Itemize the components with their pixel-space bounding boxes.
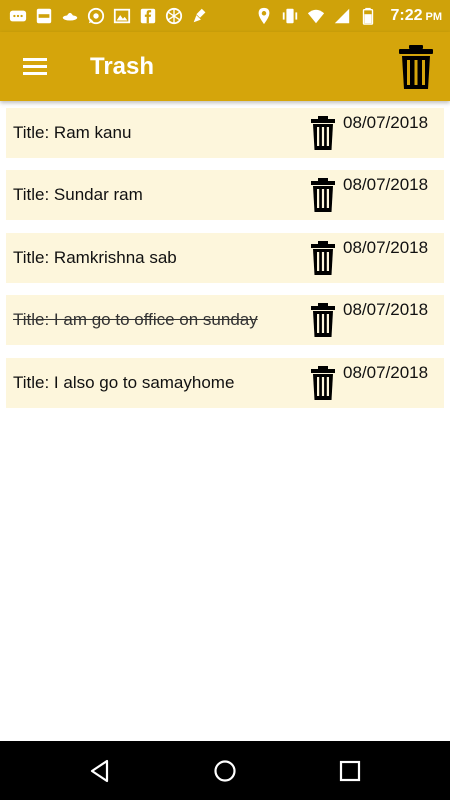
home-icon bbox=[214, 760, 236, 782]
delete-note-button[interactable] bbox=[309, 240, 337, 276]
facebook-icon bbox=[138, 6, 158, 26]
status-time: 7:22 PM bbox=[390, 7, 442, 25]
note-title: Title: I also go to samayhome bbox=[13, 373, 235, 392]
status-time-ampm: PM bbox=[425, 11, 443, 23]
list-item[interactable]: Title: Ram kanu 08/07/2018 bbox=[6, 108, 444, 158]
paytm-icon bbox=[34, 6, 54, 26]
delete-note-button[interactable] bbox=[309, 115, 337, 151]
chat-icon bbox=[8, 6, 28, 26]
note-date: 08/07/2018 bbox=[343, 175, 429, 194]
hamburger-icon bbox=[23, 58, 47, 75]
list-item[interactable]: Title: Sundar ram 08/07/2018 bbox=[6, 170, 444, 220]
location-icon bbox=[254, 6, 274, 26]
wifi-icon bbox=[306, 6, 326, 26]
vibrate-icon bbox=[280, 6, 300, 26]
page-title: Trash bbox=[90, 53, 155, 80]
status-left-icons bbox=[8, 6, 210, 26]
image-icon bbox=[112, 6, 132, 26]
status-right-icons: 7:22 PM bbox=[254, 6, 442, 26]
note-title: Title: Ram kanu bbox=[13, 123, 132, 142]
note-title: Title: Sundar ram bbox=[13, 185, 143, 204]
list-item[interactable]: Title: I am go to office on sunday 08/07… bbox=[6, 295, 444, 345]
ufo-icon bbox=[60, 6, 80, 26]
note-date: 08/07/2018 bbox=[343, 300, 429, 319]
trash-icon bbox=[311, 241, 335, 275]
delete-note-button[interactable] bbox=[309, 365, 337, 401]
clean-icon bbox=[190, 6, 210, 26]
trash-icon bbox=[311, 178, 335, 212]
battery-icon bbox=[358, 6, 378, 26]
recents-icon bbox=[339, 760, 361, 782]
back-button[interactable] bbox=[85, 756, 115, 786]
delete-all-button[interactable] bbox=[396, 44, 436, 90]
signal-icon bbox=[332, 6, 352, 26]
status-time-value: 7:22 bbox=[390, 7, 423, 24]
trash-icon bbox=[311, 366, 335, 400]
trash-icon bbox=[311, 116, 335, 150]
note-title: Title: Ramkrishna sab bbox=[13, 248, 177, 267]
recents-button[interactable] bbox=[335, 756, 365, 786]
note-date: 08/07/2018 bbox=[343, 363, 429, 382]
note-date: 08/07/2018 bbox=[343, 238, 429, 257]
list-item[interactable]: Title: I also go to samayhome 08/07/2018 bbox=[6, 358, 444, 408]
list-item[interactable]: Title: Ramkrishna sab 08/07/2018 bbox=[6, 233, 444, 283]
home-button[interactable] bbox=[210, 756, 240, 786]
delete-note-button[interactable] bbox=[309, 177, 337, 213]
trash-icon bbox=[399, 45, 433, 89]
note-date: 08/07/2018 bbox=[343, 113, 429, 132]
status-bar: 7:22 PM bbox=[0, 0, 450, 32]
note-title: Title: I am go to office on sunday bbox=[13, 310, 258, 329]
whatsapp-icon bbox=[86, 6, 106, 26]
network-icon bbox=[164, 6, 184, 26]
trash-icon bbox=[311, 303, 335, 337]
nav-bar bbox=[0, 741, 450, 800]
back-icon bbox=[90, 759, 109, 783]
app-bar: Trash bbox=[0, 32, 450, 101]
delete-note-button[interactable] bbox=[309, 302, 337, 338]
menu-button[interactable] bbox=[18, 52, 52, 82]
